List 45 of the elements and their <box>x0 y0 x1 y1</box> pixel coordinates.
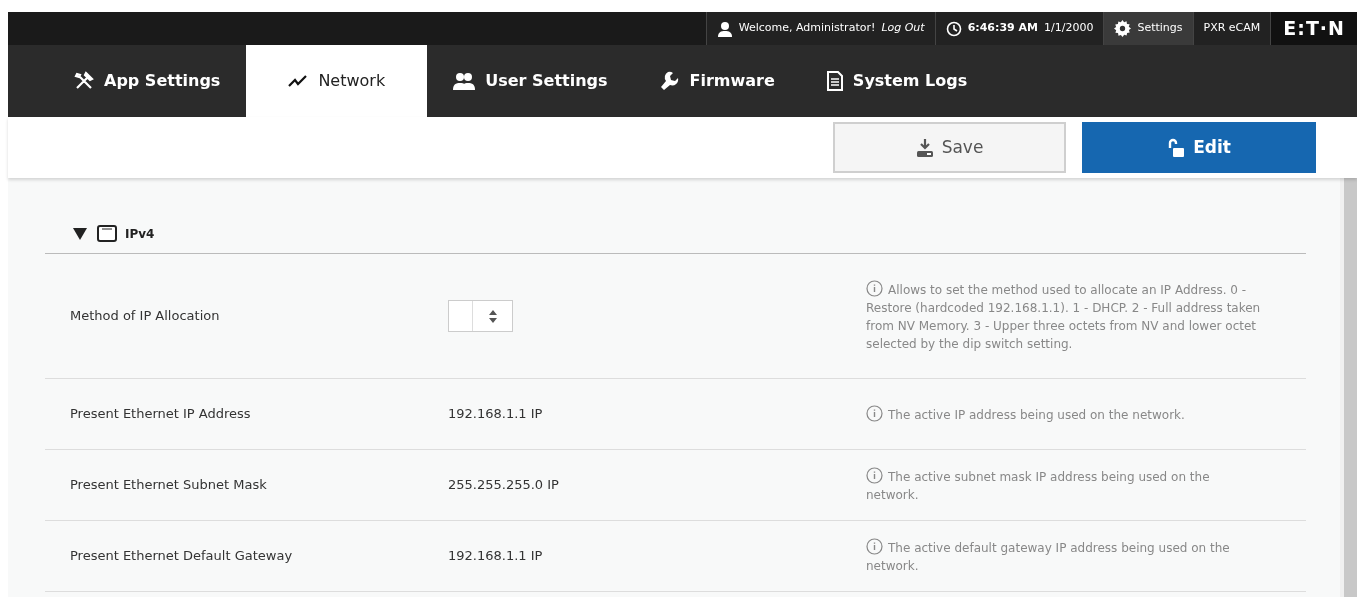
field-value: 255.255.255.0 IP <box>448 477 559 493</box>
help-text: The active subnet mask IP address being used on the network. <box>866 466 1261 504</box>
info-icon <box>866 404 883 422</box>
clock-date: 1/1/2000 <box>1044 20 1094 37</box>
help-text: The active IP address being used on the network. <box>866 404 1261 424</box>
field-label: Method of IP Allocation <box>69 307 221 326</box>
field-value: 192.168.1.1 IP <box>448 548 543 564</box>
help-text: Allows to set the method used to allocate an IP Address. 0 - Restore (hardcoded 192.168.1.1). 1 - DHCP. 2 - Full address taken from NV Memory. 3 - Upper three octets from NV and lower octet selected by the dip switch setting. <box>866 279 1261 353</box>
clock-icon <box>945 20 962 37</box>
document-icon <box>826 71 843 91</box>
info-icon <box>866 466 883 484</box>
info-icon <box>866 537 883 555</box>
wrench-icon <box>659 71 680 91</box>
nav-tab[interactable]: App Settings <box>48 45 247 117</box>
brand-logo: E:T·N <box>1283 16 1345 42</box>
tools-icon <box>74 71 94 91</box>
field-value: 192.168.1.1 IP <box>448 406 543 422</box>
user-icon <box>716 20 733 37</box>
device-name: PXR eCAM <box>1192 12 1271 45</box>
settings-icon <box>1114 20 1132 37</box>
spinner-arrows-icon <box>488 309 497 323</box>
scrollbar[interactable] <box>1340 178 1357 597</box>
expand-toggle[interactable] <box>73 227 89 240</box>
info-icon <box>866 279 883 297</box>
unlocked-padlock-icon <box>1167 137 1186 158</box>
download-icon <box>915 137 934 158</box>
field-label: Present Ethernet IP Address <box>69 405 252 424</box>
nav-tab[interactable]: User Settings <box>427 45 634 117</box>
edit-button[interactable]: Edit <box>1082 122 1316 173</box>
logout-link[interactable]: Log Out <box>881 20 925 37</box>
ethernet-port-icon <box>97 225 117 242</box>
field-label: Present Ethernet Subnet Mask <box>69 476 268 495</box>
clock-time: 6:46:39 AM <box>967 20 1038 37</box>
select-field[interactable] <box>448 300 513 332</box>
pulse-icon <box>288 74 309 88</box>
save-button[interactable]: Save <box>833 122 1066 173</box>
nav-tab[interactable]: Firmware <box>633 45 801 117</box>
section-title: IPv4 <box>125 225 155 243</box>
welcome-text: Welcome, Administrator! <box>738 20 876 37</box>
field-label: Present Ethernet Default Gateway <box>69 547 294 566</box>
users-icon <box>453 72 476 90</box>
nav-tab[interactable]: Network <box>246 45 428 117</box>
help-text: The active default gateway IP address being used on the network. <box>866 537 1261 575</box>
nav-tab[interactable]: System Logs <box>800 45 994 117</box>
settings-button[interactable]: Settings <box>1103 12 1193 45</box>
